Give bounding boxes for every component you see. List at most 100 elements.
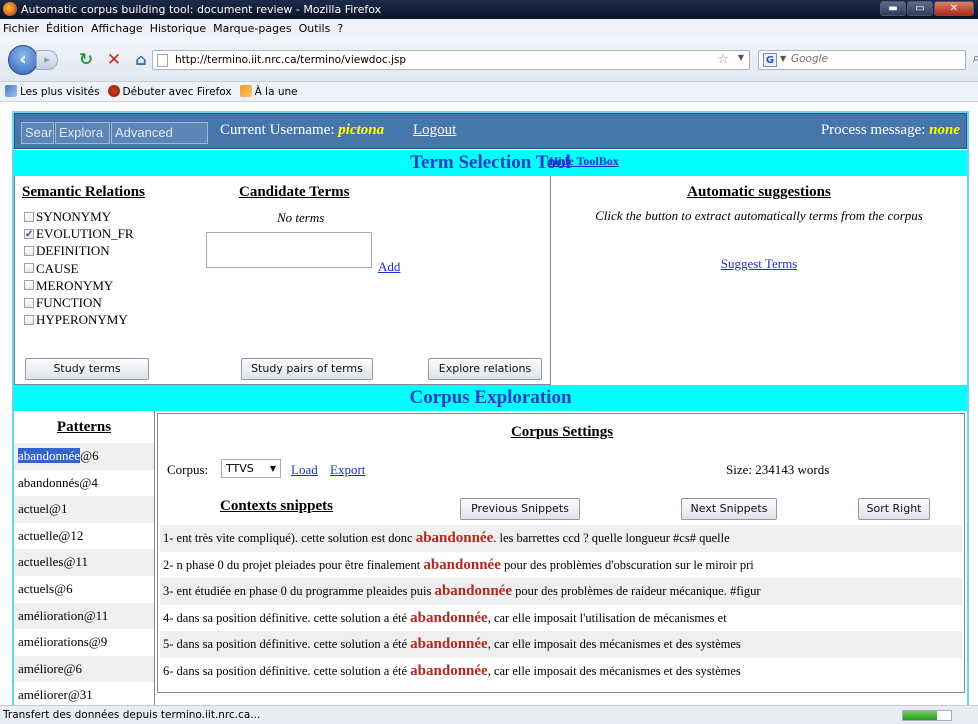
previous-snippets-button[interactable]: Previous Snippets bbox=[460, 498, 580, 520]
app-topbar: Search Explora Advanced Current Username… bbox=[14, 113, 967, 149]
explore-relations-button[interactable]: Explore relations bbox=[428, 358, 542, 380]
tab-search[interactable]: Search bbox=[21, 122, 54, 144]
search-icon[interactable]: ⌕ bbox=[973, 51, 978, 66]
corpus-select[interactable]: TTVS ▼ bbox=[221, 459, 281, 478]
reload-icon[interactable]: ↻ bbox=[76, 50, 96, 70]
study-terms-button[interactable]: Study terms bbox=[25, 358, 149, 380]
snippet-row: 4- dans sa position définitive. cette so… bbox=[163, 609, 727, 626]
window-title: Automatic corpus building tool: document… bbox=[21, 3, 382, 16]
function-checkbox[interactable] bbox=[24, 297, 34, 308]
relation-cause[interactable]: CAUSE bbox=[24, 260, 134, 277]
snippet-row: 2- n phase 0 du projet pleiades pour êtr… bbox=[163, 556, 754, 573]
snippets-list: 1- ent très vite compliqué). cette solut… bbox=[160, 525, 962, 685]
definition-checkbox[interactable] bbox=[24, 246, 34, 256]
pattern-item[interactable]: abandonnée@6 bbox=[14, 443, 154, 470]
pattern-item[interactable]: actuel@1 bbox=[14, 496, 154, 523]
menu-bar: Fichier Édition Affichage Historique Mar… bbox=[0, 19, 978, 38]
logout-link[interactable]: Logout bbox=[413, 122, 456, 139]
term-selection-title: Term Selection Tool bbox=[410, 152, 571, 173]
maximize-button[interactable]: ▭ bbox=[907, 1, 933, 16]
forward-button[interactable]: ▸ bbox=[36, 50, 58, 70]
bookmark-headlines[interactable]: À la une bbox=[239, 85, 298, 98]
next-snippets-button[interactable]: Next Snippets bbox=[681, 498, 777, 520]
bookmark-getting-started[interactable]: Débuter avec Firefox bbox=[107, 85, 232, 98]
snippet-keyword: abandonnée bbox=[410, 662, 488, 679]
patterns-heading: Patterns bbox=[56, 419, 112, 435]
tab-explore[interactable]: Explora bbox=[55, 122, 110, 144]
navigation-toolbar: ‹ ▸ ↻ ✕ ⌂ ☆ ▼ G ▼ ⌕ bbox=[0, 38, 978, 82]
back-button[interactable]: ‹ bbox=[8, 45, 38, 75]
pattern-item[interactable]: améliorations@9 bbox=[14, 629, 154, 656]
rss-feed-icon bbox=[239, 85, 252, 97]
semantic-relations-list: SYNONYMY EVOLUTION_FR DEFINITION CAUSE M… bbox=[24, 208, 134, 328]
synonymy-checkbox[interactable] bbox=[24, 211, 34, 222]
pattern-item[interactable]: amélioration@11 bbox=[14, 602, 154, 630]
firefox-icon bbox=[3, 2, 17, 16]
search-engine-icon[interactable]: G bbox=[763, 53, 777, 67]
menu-historique[interactable]: Historique bbox=[150, 22, 206, 35]
hyperonymy-checkbox[interactable] bbox=[24, 314, 34, 325]
relation-evolution-fr[interactable]: EVOLUTION_FR bbox=[24, 225, 134, 243]
username: pictona bbox=[338, 122, 385, 138]
snippet-keyword: abandonnée bbox=[415, 530, 494, 546]
menu-fichier[interactable]: Fichier bbox=[3, 22, 39, 35]
patterns-panel: Patterns abandonnée@6 abandonnés@4 actue… bbox=[14, 411, 155, 709]
minimize-button[interactable]: ▬ bbox=[880, 1, 906, 16]
pattern-item[interactable]: actuels@6 bbox=[14, 575, 154, 603]
study-pairs-button[interactable]: Study pairs of terms bbox=[241, 358, 373, 380]
stop-icon[interactable]: ✕ bbox=[104, 50, 124, 70]
relation-function[interactable]: FUNCTION bbox=[24, 294, 134, 311]
menu-affichage[interactable]: Affichage bbox=[91, 22, 143, 35]
url-input[interactable] bbox=[175, 53, 695, 67]
url-dropdown-icon[interactable]: ▼ bbox=[738, 53, 744, 62]
menu-help[interactable]: ? bbox=[337, 22, 343, 35]
process-message: Process message: none bbox=[820, 122, 960, 138]
candidate-term-input[interactable] bbox=[206, 232, 372, 268]
suggest-terms-link[interactable]: Suggest Terms bbox=[551, 256, 967, 272]
tab-advanced[interactable]: Advanced bbox=[111, 122, 208, 144]
menu-outils[interactable]: Outils bbox=[299, 22, 331, 35]
relation-synonymy[interactable]: SYNONYMY bbox=[24, 208, 134, 225]
evolution-fr-checkbox[interactable] bbox=[24, 226, 34, 243]
search-bar[interactable]: G ▼ ⌕ bbox=[758, 50, 978, 70]
automatic-suggestions-heading: Automatic suggestions bbox=[687, 184, 831, 200]
pattern-item[interactable]: actuelles@11 bbox=[14, 549, 154, 576]
close-button[interactable]: ✕ bbox=[934, 1, 974, 16]
cause-checkbox[interactable] bbox=[24, 263, 34, 274]
search-input[interactable] bbox=[791, 53, 951, 65]
menu-marque-pages[interactable]: Marque-pages bbox=[213, 22, 291, 35]
snippet-row: 6- dans sa position définitive. cette so… bbox=[163, 662, 741, 679]
bookmark-most-visited[interactable]: Les plus visités bbox=[5, 85, 100, 98]
process-message-value: none bbox=[929, 122, 960, 138]
relation-meronymy[interactable]: MERONYMY bbox=[24, 277, 134, 294]
pattern-word-selected[interactable]: abandonnée bbox=[18, 448, 81, 463]
sort-right-button[interactable]: Sort Right bbox=[858, 498, 930, 520]
corpus-size: Size: 234143 words bbox=[726, 462, 830, 477]
status-bar: Transfert des données depuis termino.iit… bbox=[0, 705, 978, 724]
hide-toolbox-link[interactable]: Hide ToolBox bbox=[549, 150, 619, 172]
meronymy-checkbox[interactable] bbox=[24, 280, 34, 291]
snippet-row: 5- dans sa position définitive. cette so… bbox=[160, 631, 962, 658]
app-frame: Search Explora Advanced Current Username… bbox=[12, 111, 969, 709]
pattern-item[interactable]: actuelle@12 bbox=[14, 522, 154, 550]
pattern-item[interactable]: améliore@6 bbox=[14, 655, 154, 683]
relation-hyperonymy[interactable]: HYPERONYMY bbox=[24, 311, 134, 328]
pattern-item[interactable]: abandonnés@4 bbox=[14, 469, 154, 497]
home-icon[interactable]: ⌂ bbox=[131, 50, 151, 70]
url-bar[interactable]: ☆ ▼ bbox=[152, 50, 750, 70]
contexts-snippets-heading: Contexts snippets bbox=[220, 498, 333, 514]
bookmarks-toolbar: Les plus visités Débuter avec Firefox À … bbox=[0, 82, 978, 102]
snippet-keyword: abandonnée bbox=[410, 636, 488, 653]
semantic-relations-heading: Semantic Relations bbox=[22, 184, 145, 200]
window-controls: ▬ ▭ ✕ bbox=[880, 1, 974, 16]
relation-definition[interactable]: DEFINITION bbox=[24, 242, 134, 259]
add-term-link[interactable]: Add bbox=[378, 259, 400, 275]
search-engine-dropdown-icon[interactable]: ▼ bbox=[780, 54, 786, 63]
snippet-row: 1- ent très vite compliqué). cette solut… bbox=[160, 525, 962, 552]
menu-edition[interactable]: Édition bbox=[46, 22, 84, 35]
bookmark-star-icon[interactable]: ☆ bbox=[717, 52, 729, 67]
export-link[interactable]: Export bbox=[330, 462, 365, 478]
load-link[interactable]: Load bbox=[291, 462, 318, 478]
snippet-keyword: abandonnée bbox=[434, 583, 512, 600]
snippet-row: 3- ent étudiée en phase 0 du programme p… bbox=[160, 578, 962, 605]
